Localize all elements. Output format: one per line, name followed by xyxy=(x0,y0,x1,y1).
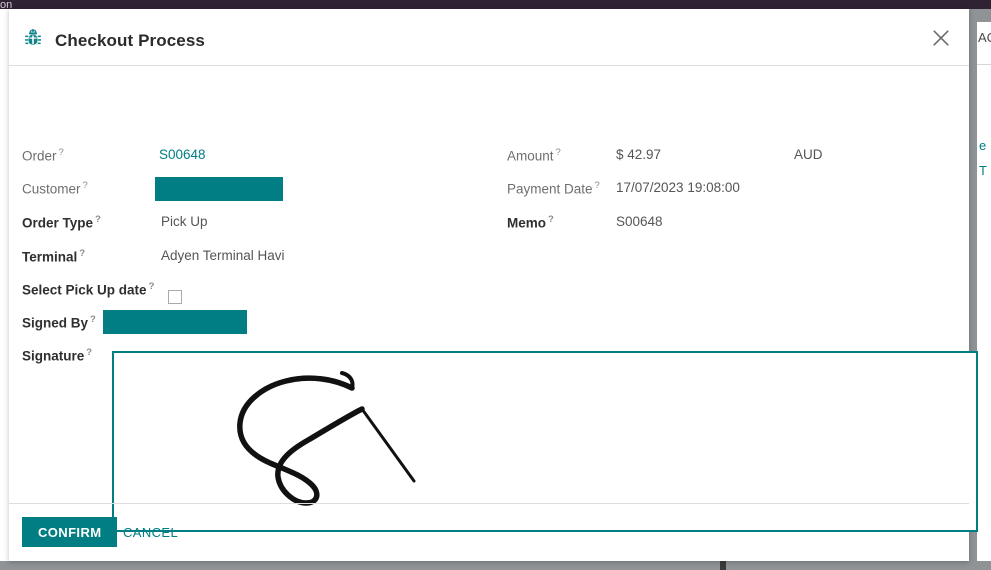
field-value-signed-by-redacted[interactable] xyxy=(103,310,247,334)
help-icon-signed-by[interactable]: ? xyxy=(90,314,96,325)
field-label-terminal-text: Terminal xyxy=(22,249,78,265)
help-icon-select-pickup-date[interactable]: ? xyxy=(149,281,155,292)
background-text-fragment-ac: AC xyxy=(978,30,991,45)
field-value-payment-date: 17/07/2023 19:08:00 xyxy=(616,180,740,195)
help-icon-terminal[interactable]: ? xyxy=(79,248,85,259)
field-label-order: Order? xyxy=(22,147,64,164)
field-label-signature: Signature? xyxy=(22,347,92,364)
background-divider xyxy=(977,64,991,65)
select-pickup-date-checkbox[interactable] xyxy=(168,290,182,304)
background-text-fragment-e: e xyxy=(979,138,987,153)
dialog-footer: CONFIRM CANCEL xyxy=(9,503,969,560)
field-label-signature-text: Signature xyxy=(22,348,85,364)
field-label-order-type-text: Order Type xyxy=(22,215,94,231)
background-scroll-nub[interactable] xyxy=(720,561,726,570)
field-value-amount: $ 42.97 xyxy=(616,147,662,162)
background-text-fragment-t: T xyxy=(979,163,987,178)
field-value-customer-redacted[interactable] xyxy=(155,177,283,201)
dialog-body: Order? Customer? Order Type? Terminal? S… xyxy=(9,66,978,532)
field-value-amount-currency: AUD xyxy=(794,147,823,162)
field-label-payment-date: Payment Date? xyxy=(507,180,600,197)
field-label-memo: Memo? xyxy=(507,214,554,231)
field-label-select-pickup-date: Select Pick Up date? xyxy=(22,281,154,298)
help-icon-order-type[interactable]: ? xyxy=(95,214,101,225)
field-value-order[interactable]: S00648 xyxy=(159,147,206,162)
field-label-order-text: Order xyxy=(22,148,57,164)
field-value-order-type: Pick Up xyxy=(161,214,208,229)
bug-icon xyxy=(23,28,43,48)
help-icon-signature[interactable]: ? xyxy=(86,347,92,358)
field-value-memo: S00648 xyxy=(616,214,663,229)
help-icon-payment-date[interactable]: ? xyxy=(595,180,600,191)
background-top-bar xyxy=(0,0,991,9)
field-label-customer-text: Customer xyxy=(22,181,81,197)
dialog-header: Checkout Process xyxy=(9,9,969,66)
field-label-terminal: Terminal? xyxy=(22,248,85,265)
field-label-order-type: Order Type? xyxy=(22,214,101,231)
field-value-terminal: Adyen Terminal Havi xyxy=(161,248,285,263)
field-label-amount: Amount? xyxy=(507,147,561,164)
help-icon-customer[interactable]: ? xyxy=(83,180,88,191)
help-icon-amount[interactable]: ? xyxy=(556,147,561,158)
checkout-process-dialog: Checkout Process Order? Customer? Order … xyxy=(9,9,978,561)
close-icon[interactable] xyxy=(925,22,957,54)
field-label-amount-text: Amount xyxy=(507,148,554,164)
help-icon-memo[interactable]: ? xyxy=(548,214,554,225)
field-label-signed-by-text: Signed By xyxy=(22,315,89,331)
field-label-signed-by: Signed By? xyxy=(22,314,96,331)
field-label-memo-text: Memo xyxy=(507,215,547,231)
background-right-content xyxy=(977,22,991,561)
background-bottom-strip xyxy=(0,561,991,570)
field-label-select-pickup-date-text: Select Pick Up date xyxy=(22,282,147,298)
confirm-button[interactable]: CONFIRM xyxy=(22,517,118,547)
cancel-button[interactable]: CANCEL xyxy=(117,517,184,547)
field-label-customer: Customer? xyxy=(22,180,88,197)
help-icon-order[interactable]: ? xyxy=(59,147,64,158)
field-label-payment-date-text: Payment Date xyxy=(507,181,593,197)
page-title: Checkout Process xyxy=(55,31,205,50)
